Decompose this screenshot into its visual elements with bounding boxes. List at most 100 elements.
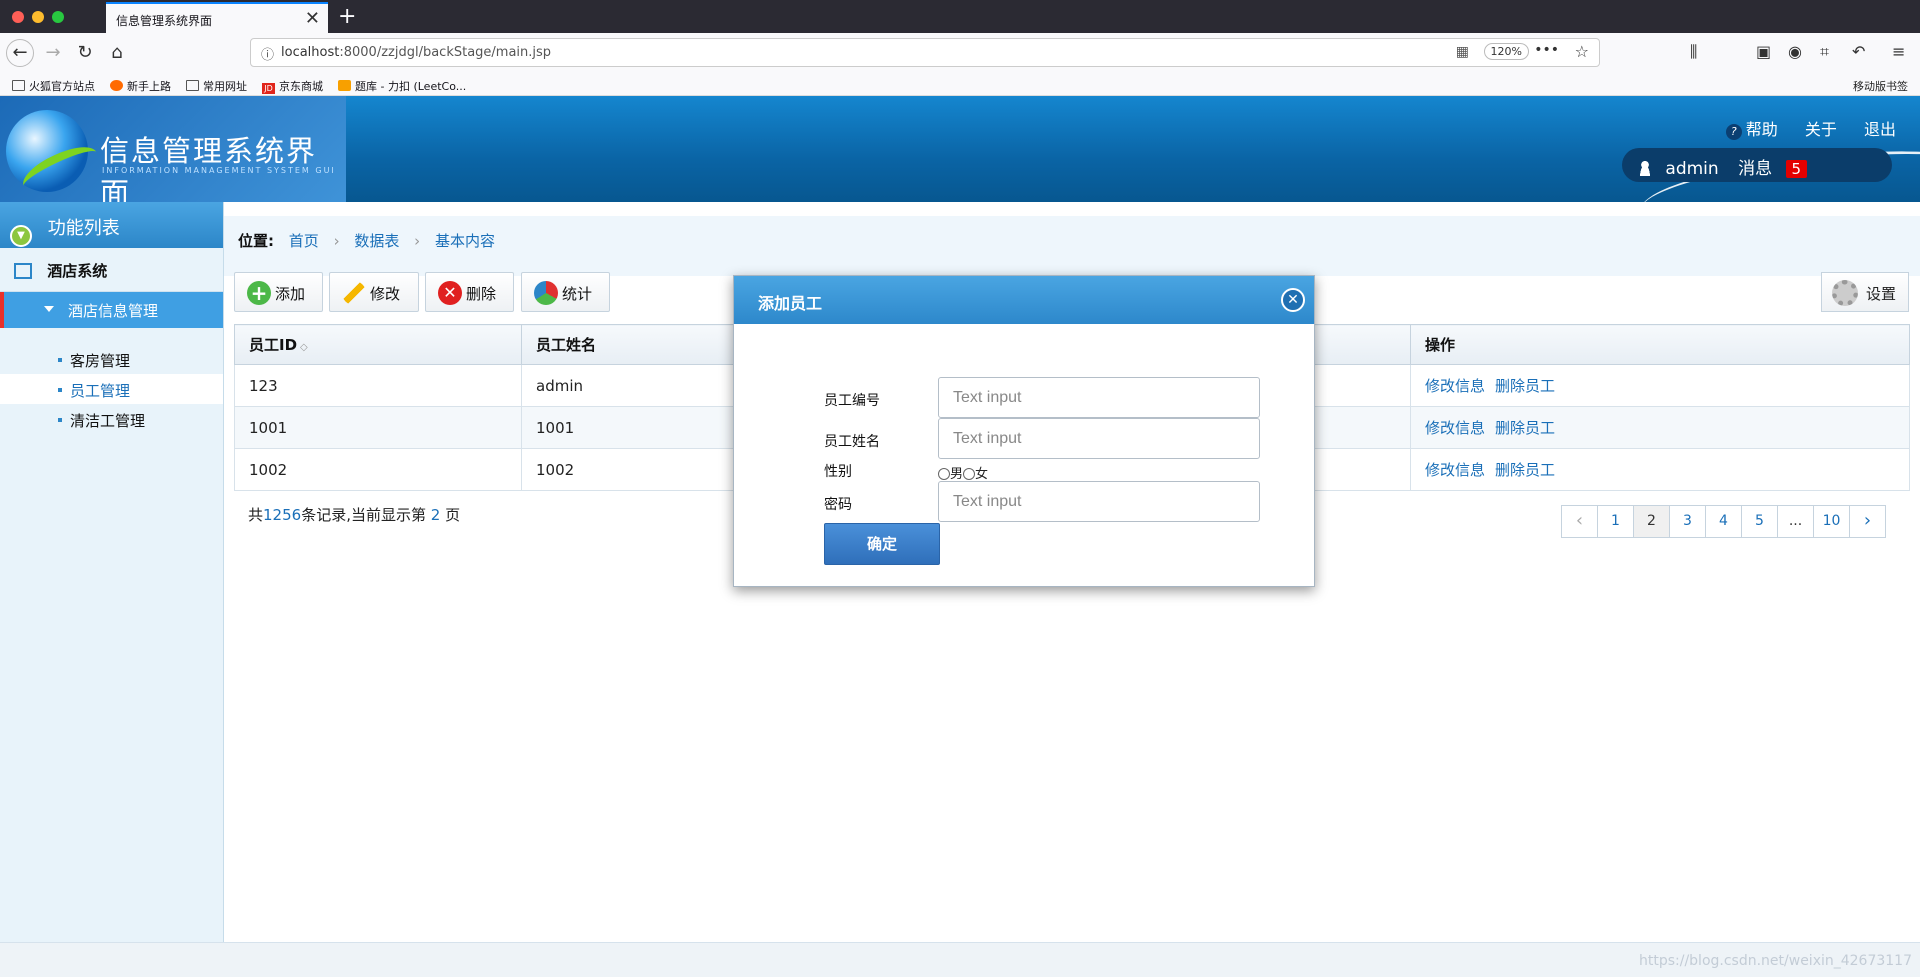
edit-info-link[interactable]: 修改信息 [1425,419,1485,437]
location-label: 位置: [238,232,274,250]
watermark: https://blog.csdn.net/weixin_42673117 [1638,953,1912,969]
zoom-level[interactable]: 120% [1483,43,1529,60]
cell-actions: 修改信息 删除员工 [1410,448,1910,491]
bookmark-getting-started[interactable]: 新手上路 [110,78,171,94]
bookmark-jd[interactable]: JD 京东商城 [262,78,323,94]
add-employee-dialog: 添加员工 ✕ 员工编号 员工姓名 性别 男女 密码 确定 [733,275,1315,587]
sidebar: ▼ 功能列表 酒店系统 酒店信息管理 客房管理 员工管理 清洁工管理 [0,202,224,942]
reload-icon[interactable]: ↻ [72,40,98,66]
url-path: :8000/zzjdgl/backStage/main.jsp [339,45,552,60]
delete-employee-link[interactable]: 删除员工 [1495,461,1555,479]
undo-icon[interactable]: ↶ [1852,42,1865,61]
bookmark-leetcode[interactable]: 题库 - 力扣 (LeetCo... [338,78,466,94]
employee-id-input[interactable] [938,377,1260,418]
pencil-icon [342,281,366,305]
new-tab-button[interactable]: + [338,4,356,29]
minimize-window-button[interactable] [32,11,44,23]
mobile-bookmarks[interactable]: 移动版书签 [1853,78,1908,94]
sidebar-item-rooms[interactable]: 客房管理 [0,344,223,374]
edit-button[interactable]: 修改 [329,272,419,312]
close-window-button[interactable] [12,11,24,23]
page-1[interactable]: 1 [1597,505,1634,538]
pager-info: 共1256条记录,当前显示第 2 页 [248,506,461,524]
browser-tab-bar: 信息管理系统界面 ✕ + [0,0,1920,33]
folder-icon [186,80,199,91]
breadcrumb-basic[interactable]: 基本内容 [435,232,495,250]
column-header-id[interactable]: 员工ID ◇ [234,324,522,365]
more-actions-icon[interactable]: ••• [1534,42,1559,58]
delete-employee-link[interactable]: 删除员工 [1495,419,1555,437]
account-icon[interactable]: ◉ [1788,42,1802,61]
cell-id: 1002 [234,448,522,491]
forward-icon[interactable]: → [40,40,66,66]
add-button[interactable]: + 添加 [234,272,323,312]
current-page: 2 [430,506,441,524]
employee-name-input[interactable] [938,418,1260,459]
page-10[interactable]: 10 [1813,505,1850,538]
page-2[interactable]: 2 [1633,505,1670,538]
employee-name-label: 员工姓名 [824,434,880,450]
sidebar-submenu-hotel-info[interactable]: 酒店信息管理 [0,292,223,328]
prev-page-icon[interactable]: ‹ [1561,505,1598,538]
library-icon[interactable]: ⫼ [1690,42,1697,62]
logo: 信息管理系统界面 INFORMATION MANAGEMENT SYSTEM G… [0,96,346,202]
next-page-icon[interactable]: › [1849,505,1886,538]
confirm-button[interactable]: 确定 [824,523,940,565]
gender-radio-group: 男女 [938,463,988,482]
sidebar-group-hotel-system[interactable]: 酒店系统 [0,248,223,292]
bookmark-star-icon[interactable]: ☆ [1575,42,1589,61]
chevron-right-icon: › [414,232,421,250]
about-link[interactable]: 关于 [1805,120,1837,139]
address-bar[interactable]: ⓘ localhost:8000/zzjdgl/backStage/main.j… [250,38,1600,67]
sidebar-item-employees[interactable]: 员工管理 [0,374,223,404]
home-icon[interactable]: ⌂ [104,40,130,66]
delete-employee-link[interactable]: 删除员工 [1495,377,1555,395]
page-4[interactable]: 4 [1705,505,1742,538]
jd-icon: JD [262,83,275,94]
app-title: 信息管理系统界面 [100,134,318,202]
password-label: 密码 [824,497,852,513]
footer-bar: https://blog.csdn.net/weixin_42673117 [0,942,1920,977]
screenshot-icon[interactable]: ⌗ [1820,42,1829,62]
help-link[interactable]: ? 帮助 [1725,120,1778,140]
bookmark-common-sites[interactable]: 常用网址 [186,78,247,94]
password-input[interactable] [938,481,1260,522]
message-count-badge[interactable]: 5 [1785,160,1808,178]
pie-chart-icon [534,281,558,305]
stats-button[interactable]: 统计 [521,272,610,312]
logout-link[interactable]: 退出 [1864,120,1896,139]
page-3[interactable]: 3 [1669,505,1706,538]
menu-icon[interactable]: ≡ [1892,42,1905,61]
sidebar-item-cleaners[interactable]: 清洁工管理 [0,404,223,434]
gender-male-radio[interactable] [938,468,950,480]
page-5[interactable]: 5 [1741,505,1778,538]
edit-info-link[interactable]: 修改信息 [1425,377,1485,395]
folder-icon [12,80,25,91]
sidebar-title[interactable]: ▼ 功能列表 [0,202,223,248]
edit-info-link[interactable]: 修改信息 [1425,461,1485,479]
back-icon[interactable]: ← [6,39,34,67]
messages-link[interactable]: 消息 [1738,159,1772,179]
site-info-icon[interactable]: ⓘ [261,44,274,63]
settings-button[interactable]: 设置 [1821,272,1909,312]
browser-nav-bar: ← → ↻ ⌂ ⓘ localhost:8000/zzjdgl/backStag… [0,33,1920,73]
browser-tab[interactable]: 信息管理系统界面 ✕ [106,2,328,33]
bookmark-firefox-site[interactable]: 火狐官方站点 [12,78,95,94]
qr-code-icon[interactable]: ▦ [1456,44,1469,60]
breadcrumb-datatable[interactable]: 数据表 [354,232,399,250]
username[interactable]: admin [1665,159,1718,179]
plus-icon: + [247,281,271,305]
user-box: admin 消息 5 [1622,148,1892,182]
delete-button[interactable]: ✕ 删除 [425,272,514,312]
gender-male-label: 男 [950,467,964,482]
gender-female-radio[interactable] [963,468,976,480]
tab-close-icon[interactable]: ✕ [305,8,320,29]
delete-x-icon: ✕ [438,281,462,305]
sort-icon[interactable]: ◇ [300,342,308,353]
sidebar-toggle-icon[interactable]: ▣ [1756,42,1771,61]
maximize-window-button[interactable] [52,11,64,23]
breadcrumb-home[interactable]: 首页 [289,232,319,250]
gear-icon [1832,280,1858,306]
close-icon[interactable]: ✕ [1281,288,1305,312]
tab-title: 信息管理系统界面 [116,14,213,28]
